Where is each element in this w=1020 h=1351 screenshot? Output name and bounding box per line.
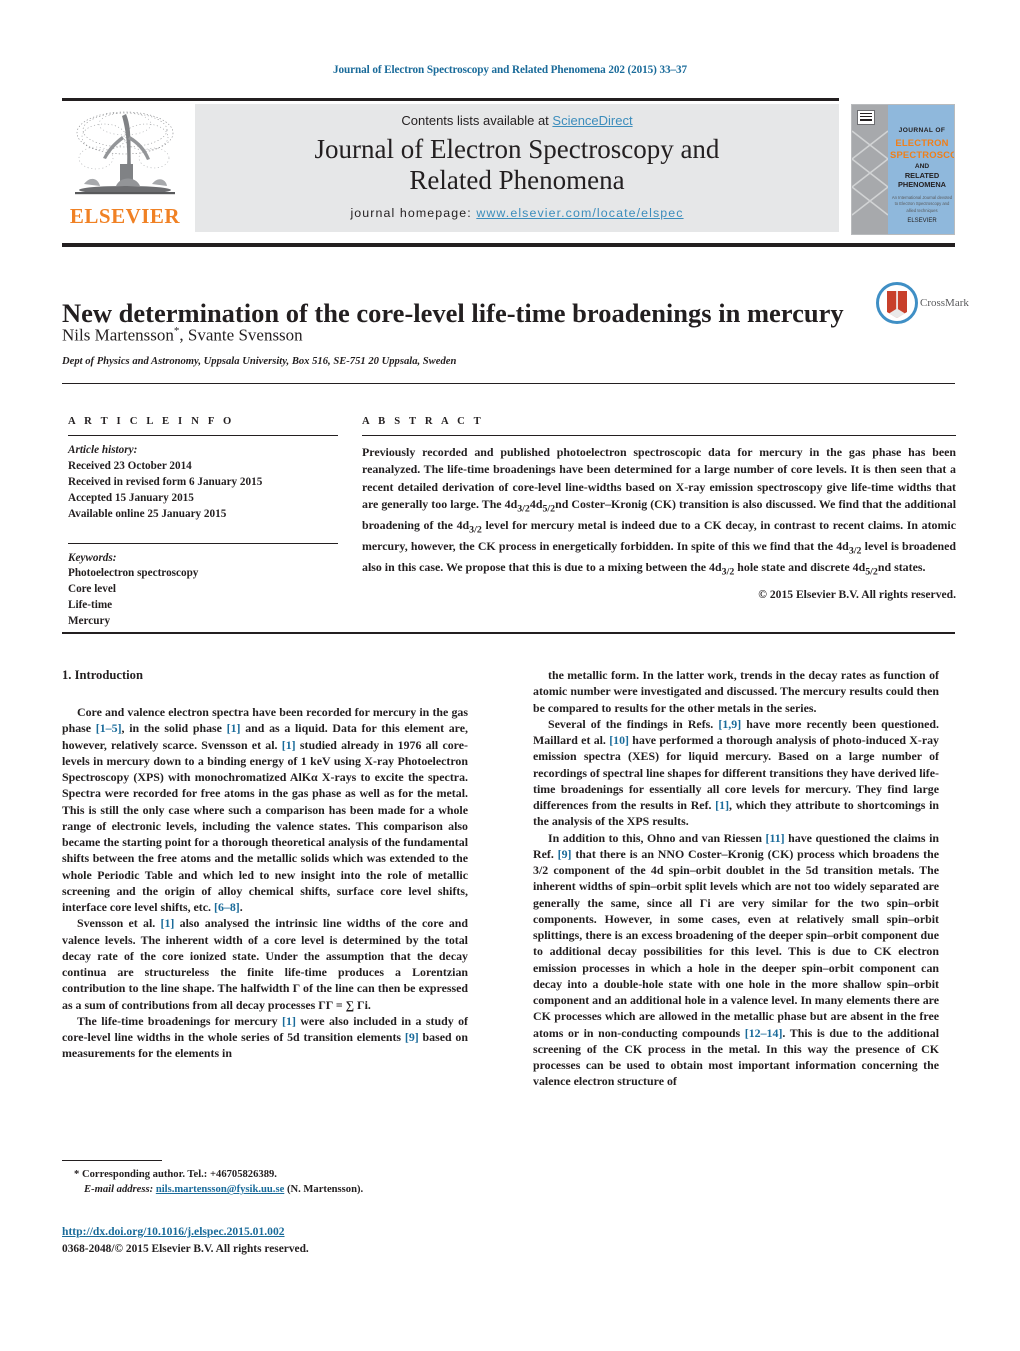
- cover-line-1: JOURNAL OF: [898, 127, 946, 134]
- journal-cover-thumbnail: JOURNAL OF ELECTRON SPECTROSCOPY AND REL…: [851, 104, 955, 235]
- running-head: Journal of Electron Spectroscopy and Rel…: [333, 64, 687, 76]
- journal-title-line1: Journal of Electron Spectroscopy and: [314, 134, 720, 164]
- crossmark-logo[interactable]: CrossMark: [876, 282, 969, 330]
- article-history-block: Article history: Received 23 October 201…: [68, 443, 338, 523]
- journal-title: Journal of Electron Spectroscopy and Rel…: [195, 134, 839, 197]
- cover-line-3: SPECTROSCOPY: [890, 148, 954, 160]
- body-column-right: the metallic form. In the latter work, t…: [533, 667, 939, 1090]
- keyword-item: Life-time: [68, 599, 113, 612]
- footnote-block: * Corresponding author. Tel.: +467058263…: [62, 1167, 468, 1198]
- cover-line-5: RELATED PHENOMENA: [897, 170, 947, 190]
- cover-line-4: AND: [914, 162, 930, 170]
- journal-homepage-link[interactable]: www.elsevier.com/locate/elspec: [476, 206, 683, 220]
- cover-x-pattern: [852, 130, 888, 216]
- abstract-rule: [362, 435, 956, 436]
- history-item: Available online 25 January 2015: [68, 507, 227, 520]
- cover-line-2: ELECTRON: [895, 137, 949, 149]
- cover-footer-small: An International Journal devoted to Elec…: [891, 195, 953, 213]
- body-paragraph: Several of the findings in Refs. [1,9] h…: [533, 716, 939, 829]
- article-info-column: A R T I C L E I N F O Article history: R…: [68, 416, 338, 630]
- abstract-copyright: © 2015 Elsevier B.V. All rights reserved…: [758, 587, 956, 601]
- elsevier-tree-icon: [70, 106, 180, 204]
- article-history-label: Article history:: [68, 444, 138, 456]
- corresponding-author-note: * Corresponding author. Tel.: +467058263…: [74, 1169, 277, 1180]
- abstract-bottom-rule: [62, 632, 955, 634]
- cover-title-block: JOURNAL OF ELECTRON SPECTROSCOPY AND REL…: [890, 127, 954, 189]
- section-heading-introduction: 1. Introduction: [62, 668, 143, 682]
- journal-banner: Contents lists available at ScienceDirec…: [195, 104, 839, 232]
- masthead: ELSEVIER Contents lists available at Sci…: [62, 104, 839, 232]
- abstract-column: A B S T R A C T Previously recorded and …: [362, 416, 956, 601]
- email-label: E-mail address:: [84, 1184, 154, 1196]
- journal-title-line2: Related Phenomena: [409, 165, 625, 196]
- abstract-heading: A B S T R A C T: [362, 416, 484, 427]
- keyword-item: Core level: [68, 583, 116, 596]
- footnote-rule: [62, 1160, 162, 1161]
- article-page: Journal of Electron Spectroscopy and Rel…: [0, 0, 1020, 1351]
- body-column-left: 1. Introduction Core and valence electro…: [62, 667, 468, 1062]
- cover-badge-icon: [857, 110, 875, 125]
- abstract-text: Previously recorded and published photoe…: [362, 445, 957, 578]
- history-item: Accepted 15 January 2015: [68, 491, 194, 504]
- title-block-rule: [62, 383, 955, 384]
- keyword-item: Mercury: [68, 615, 111, 628]
- masthead-top-rule: [62, 98, 839, 101]
- article-info-heading: A R T I C L E I N F O: [68, 416, 235, 427]
- author-email-link[interactable]: nils.martensson@fysik.uu.se: [156, 1184, 284, 1195]
- cover-footer-brand: ELSEVIER: [907, 218, 937, 224]
- history-item: Received in revised form 6 January 2015: [68, 475, 263, 488]
- keyword-item: Photoelectron spectroscopy: [68, 567, 199, 580]
- doi-link[interactable]: http://dx.doi.org/10.1016/j.elspec.2015.…: [62, 1225, 285, 1238]
- body-paragraph: The life-time broadenings for mercury [1…: [62, 1013, 468, 1061]
- body-paragraph: Core and valence electron spectra have b…: [62, 705, 468, 915]
- keywords-rule: [68, 542, 338, 544]
- crossmark-label: CrossMark: [920, 297, 969, 309]
- masthead-bottom-rule: [62, 243, 955, 247]
- keywords-label: Keywords:: [68, 551, 117, 564]
- crossmark-icon: [876, 282, 918, 324]
- keywords-block: Keywords: Photoelectron spectroscopy Cor…: [68, 551, 338, 631]
- author-primary: Nils Martensson: [62, 325, 174, 345]
- homepage-prefix: journal homepage:: [350, 205, 477, 220]
- body-paragraph: the metallic form. In the latter work, t…: [533, 668, 939, 715]
- email-note: E-mail address: nils.martensson@fysik.uu…: [62, 1182, 468, 1197]
- contents-prefix: Contents lists available at: [401, 113, 553, 128]
- history-item: Received 23 October 2014: [68, 459, 192, 472]
- issn-copyright-line: 0368-2048/© 2015 Elsevier B.V. All right…: [62, 1243, 309, 1255]
- elsevier-wordmark: ELSEVIER: [69, 204, 181, 228]
- article-info-rule: [68, 435, 338, 436]
- elsevier-logo: ELSEVIER: [62, 104, 188, 232]
- email-suffix: (N. Martensson).: [286, 1184, 364, 1196]
- body-paragraph: In addition to this, Ohno and van Riesse…: [533, 830, 939, 1089]
- cover-footer: An International Journal devoted to Elec…: [890, 195, 954, 226]
- body-paragraph: Svensson et al. [1] also analysed the in…: [62, 916, 469, 1012]
- sciencedirect-link[interactable]: ScienceDirect: [552, 113, 632, 128]
- journal-homepage-line: journal homepage: www.elsevier.com/locat…: [195, 206, 839, 220]
- author-list: Nils Martensson*, Svante Svensson: [62, 325, 303, 346]
- affiliation: Dept of Physics and Astronomy, Uppsala U…: [62, 356, 457, 367]
- author-secondary: , Svante Svensson: [179, 325, 303, 345]
- contents-lists-line: Contents lists available at ScienceDirec…: [195, 113, 839, 128]
